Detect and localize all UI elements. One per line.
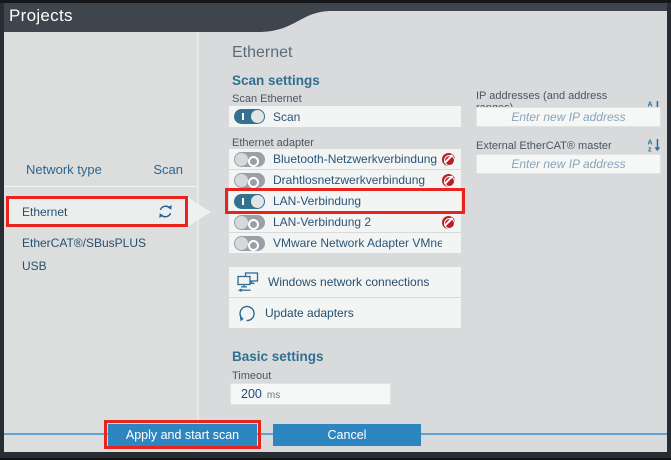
- page-title: Projects: [9, 6, 73, 26]
- adapter-toggle[interactable]: [234, 215, 265, 230]
- scan-settings-heading: Scan settings: [232, 73, 320, 88]
- sidebar-divider: [4, 186, 197, 187]
- blocked-icon: [442, 153, 455, 166]
- panel-divider: [197, 32, 199, 433]
- windows-network-connections-label: Windows network connections: [268, 275, 429, 289]
- apply-and-start-scan-button[interactable]: Apply and start scan: [108, 424, 257, 446]
- sidebar-item-ethercat[interactable]: EtherCAT®/SBusPLUS: [22, 236, 146, 250]
- scan-ethernet-label: Scan Ethernet: [232, 93, 302, 105]
- adapter-row-lan: LAN-Verbindung: [229, 191, 461, 211]
- sidebar-item-label: Ethernet: [22, 205, 157, 219]
- blocked-icon: [442, 174, 455, 187]
- window-border-right: [667, 3, 671, 460]
- timeout-value: 200: [241, 387, 262, 401]
- timeout-input[interactable]: 200 ms: [230, 383, 391, 405]
- adapter-row-bluetooth: Bluetooth-Netzwerkverbindung: [229, 149, 461, 169]
- adapter-toggle[interactable]: [234, 152, 265, 167]
- projects-dialog: Projects Network type Scan Ethernet Ethe…: [0, 0, 671, 460]
- sidebar-column-scan: Scan: [0, 162, 183, 177]
- svg-text:z: z: [648, 147, 652, 153]
- adapter-name: Drahtlosnetzwerkverbindung: [273, 173, 442, 187]
- adapter-row-wireless: Drahtlosnetzwerkverbindung: [229, 170, 461, 190]
- ip-address-input[interactable]: [476, 107, 661, 127]
- selection-pointer: [186, 196, 211, 228]
- scan-toggle[interactable]: [234, 109, 265, 124]
- ethercat-master-input[interactable]: [476, 154, 661, 174]
- basic-settings-heading: Basic settings: [232, 349, 324, 364]
- update-adapters-button[interactable]: Update adapters: [229, 298, 461, 328]
- scan-toggle-label: Scan: [273, 110, 455, 124]
- blocked-icon: [442, 216, 455, 229]
- timeout-unit: ms: [267, 388, 280, 401]
- adapter-name: LAN-Verbindung: [273, 194, 442, 208]
- adapter-row-vmware: VMware Network Adapter VMnet8: [229, 233, 461, 253]
- timeout-label: Timeout: [232, 370, 271, 382]
- update-adapters-label: Update adapters: [265, 306, 354, 320]
- sidebar-item-usb[interactable]: USB: [22, 259, 47, 273]
- sort-icon[interactable]: A z: [647, 138, 661, 152]
- ethernet-adapter-label: Ethernet adapter: [232, 137, 314, 149]
- svg-text:A: A: [648, 140, 653, 147]
- adapter-toggle[interactable]: [234, 194, 265, 209]
- adapter-name: LAN-Verbindung 2: [273, 215, 442, 229]
- scan-ethernet-row: Scan: [229, 106, 461, 127]
- window-border-left: [0, 3, 4, 460]
- adapter-toggle[interactable]: [234, 173, 265, 188]
- window-border-bottom: [0, 452, 671, 460]
- scan-refresh-icon[interactable]: [157, 203, 174, 220]
- network-connections-icon: [237, 272, 259, 292]
- ethercat-master-label-row: External EtherCAT® master A z: [476, 138, 661, 152]
- adapter-toggle[interactable]: [234, 236, 265, 251]
- cancel-button[interactable]: Cancel: [273, 424, 421, 446]
- header-bar: [0, 0, 671, 33]
- update-adapters-icon: [237, 304, 256, 323]
- sidebar-item-ethernet[interactable]: Ethernet: [8, 198, 186, 225]
- main-title: Ethernet: [232, 44, 292, 62]
- adapter-name: VMware Network Adapter VMnet8: [273, 236, 442, 250]
- ethercat-master-label: External EtherCAT® master: [476, 140, 612, 152]
- adapter-row-lan2: LAN-Verbindung 2: [229, 212, 461, 232]
- adapter-name: Bluetooth-Netzwerkverbindung: [273, 152, 442, 166]
- windows-network-connections-button[interactable]: Windows network connections: [229, 267, 461, 297]
